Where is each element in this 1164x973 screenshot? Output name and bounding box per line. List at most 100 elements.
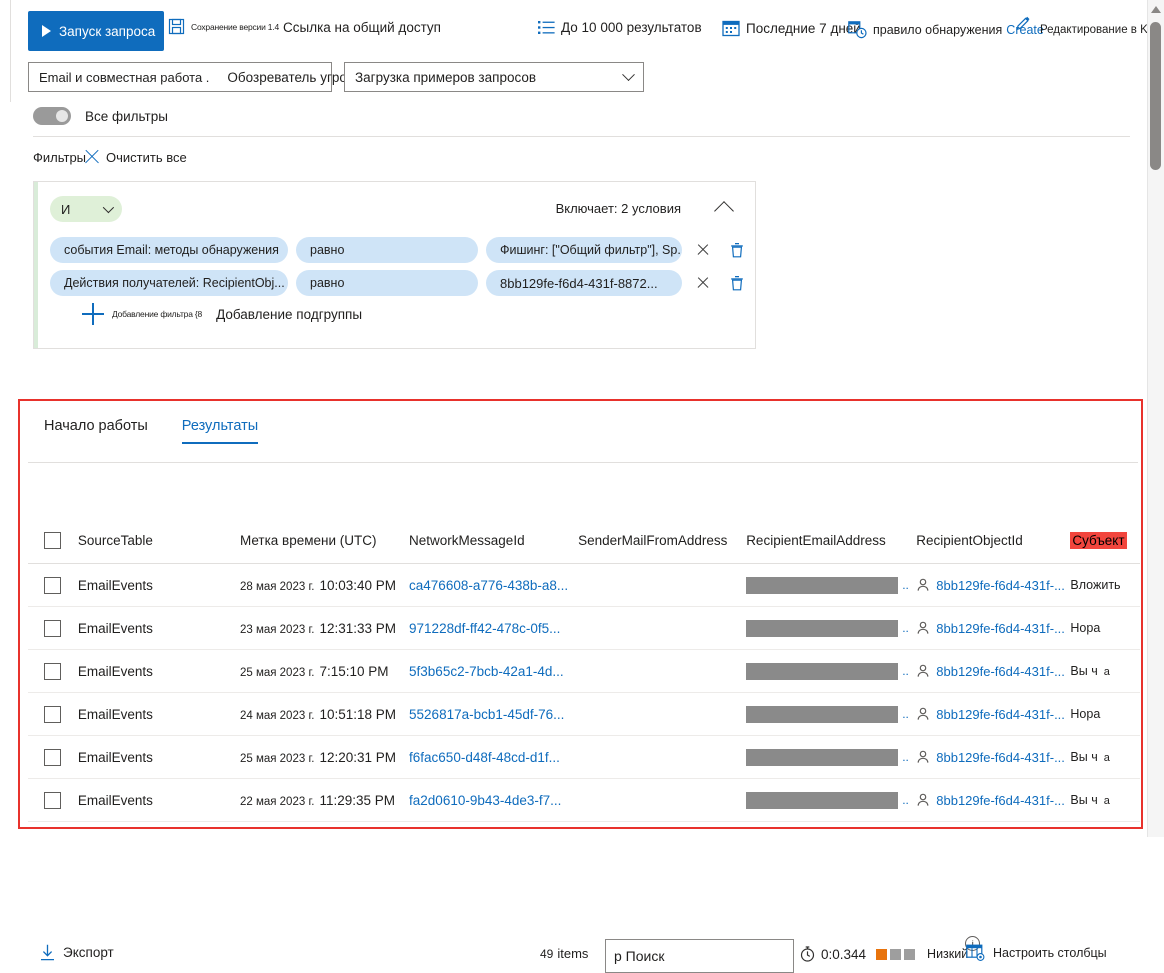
- toggle-knob: [56, 110, 68, 122]
- recipient-object-id-link[interactable]: 8bb129fe-f6d4-431f-...: [936, 750, 1065, 765]
- column-header-recipient-object-id[interactable]: RecipientObjectId: [916, 533, 1070, 548]
- table-row[interactable]: EmailEvents 25 мая 2023 г. 7:15:10 PM 5f3b6…: [28, 650, 1140, 693]
- delete-condition-button[interactable]: [724, 270, 750, 296]
- table-header-row: SourceTable Метка времени (UTC) NetworkM…: [28, 518, 1140, 564]
- add-filter-row: Добавление фильтра {8 Добавление подгруп…: [82, 303, 362, 325]
- clock-rule-icon: [848, 21, 867, 39]
- clear-condition-button[interactable]: [690, 237, 716, 263]
- detection-rule-label: правило обнаружения: [873, 23, 1003, 37]
- cell-source-table: EmailEvents: [77, 706, 153, 722]
- delete-condition-button[interactable]: [724, 237, 750, 263]
- cell-recipient-object-id[interactable]: 8bb129fe-f6d4-431f-...: [916, 793, 1070, 808]
- tab-results[interactable]: Результаты: [181, 418, 259, 444]
- export-button[interactable]: Экспорт: [40, 944, 114, 961]
- date-range-button[interactable]: Последние 7 дней: [722, 19, 861, 37]
- table-row[interactable]: EmailEvents 25 мая 2023 г. 12:20:31 PM f6fa…: [28, 736, 1140, 779]
- cell-recipient-object-id[interactable]: 8bb129fe-f6d4-431f-...: [916, 750, 1070, 765]
- collapse-group-icon[interactable]: [714, 201, 734, 221]
- add-subgroup-button[interactable]: Добавление подгруппы: [216, 307, 362, 322]
- clear-all-button[interactable]: Очистить все: [106, 150, 187, 165]
- severity-bars: [876, 948, 916, 960]
- table-row[interactable]: EmailEvents 23 мая 2023 г. 12:31:33 PM 9712…: [28, 607, 1140, 650]
- select-all-checkbox[interactable]: [44, 532, 61, 549]
- search-box[interactable]: [605, 939, 794, 973]
- page-scrollbar[interactable]: [1147, 0, 1164, 837]
- cell-date: 24 мая 2023 г.: [239, 709, 315, 722]
- condition-field[interactable]: события Email: методы обнаружения: [50, 237, 288, 263]
- subject-text: Вы ч: [1070, 750, 1098, 764]
- row-checkbox[interactable]: [44, 791, 61, 809]
- condition-field[interactable]: Действия получателей: RecipientObj...: [50, 270, 288, 296]
- add-filter-button[interactable]: Добавление фильтра {8: [112, 309, 202, 319]
- subject-extra: а: [1103, 666, 1110, 678]
- tab-getting-started[interactable]: Начало работы: [44, 418, 148, 442]
- redacted-bar: [746, 619, 899, 637]
- search-input[interactable]: [612, 947, 762, 965]
- share-link-button[interactable]: Ссылка на общий доступ: [283, 20, 441, 35]
- overflow-ellipsis: ..: [902, 707, 909, 721]
- configure-columns-label: Настроить столбцы: [993, 945, 1107, 960]
- overflow-ellipsis: ..: [902, 578, 909, 592]
- column-header-sender-mail-from[interactable]: SenderMailFromAddress: [578, 533, 746, 548]
- condition-value[interactable]: Фишинг: ["Общий фильтр"], Sp...: [486, 237, 682, 263]
- configure-columns-button[interactable]: Настроить столбцы: [966, 944, 1107, 961]
- condition-operator[interactable]: равно: [296, 237, 478, 263]
- cell-network-message-id[interactable]: f6fac650-d48f-48cd-d1f...: [409, 750, 578, 765]
- cell-recipient-object-id[interactable]: 8bb129fe-f6d4-431f-...: [916, 578, 1070, 593]
- clear-condition-button[interactable]: [690, 270, 716, 296]
- cell-network-message-id[interactable]: 971228df-ff42-478c-0f5...: [409, 621, 578, 636]
- recipient-object-id-link[interactable]: 8bb129fe-f6d4-431f-...: [936, 621, 1065, 636]
- edit-in-kql-button[interactable]: Редактирование в KQL: [1016, 16, 1163, 36]
- column-header-source-table[interactable]: SourceTable: [74, 533, 240, 548]
- cell-recipient-email: ..: [746, 791, 916, 809]
- table-row[interactable]: EmailEvents 24 мая 2023 г. 10:51:18 PM 5526…: [28, 693, 1140, 736]
- plus-icon[interactable]: [82, 303, 104, 325]
- recipient-object-id-link[interactable]: 8bb129fe-f6d4-431f-...: [936, 793, 1065, 808]
- cell-recipient-email: ..: [746, 748, 916, 766]
- results-cap-button[interactable]: До 10 000 результатов: [538, 20, 702, 35]
- cell-recipient-object-id[interactable]: 8bb129fe-f6d4-431f-...: [916, 664, 1070, 679]
- sample-queries-dropdown[interactable]: Загрузка примеров запросов: [344, 62, 644, 92]
- group-operator-dropdown[interactable]: И: [50, 196, 122, 222]
- cell-network-message-id[interactable]: fa2d0610-9b43-4de3-f7...: [409, 793, 578, 808]
- table-row[interactable]: EmailEvents 22 мая 2023 г. 11:29:35 PM fa2d…: [28, 779, 1140, 822]
- all-filters-toggle[interactable]: [33, 107, 71, 125]
- cell-network-message-id[interactable]: ca476608-a776-438b-a8...: [409, 578, 578, 593]
- row-checkbox[interactable]: [44, 705, 61, 723]
- subject-extra: а: [1103, 752, 1110, 764]
- item-count-unit: items: [557, 946, 589, 961]
- clear-filters-x-icon[interactable]: [82, 147, 102, 167]
- filter-condition-row: Действия получателей: RecipientObj... ра…: [50, 270, 750, 296]
- column-header-timestamp[interactable]: Метка времени (UTC): [240, 533, 409, 548]
- trash-icon: [731, 276, 743, 291]
- condition-value[interactable]: 8bb129fe-f6d4-431f-8872...: [486, 270, 682, 296]
- run-query-button[interactable]: Запуск запроса: [28, 11, 164, 51]
- cell-source-table: EmailEvents: [77, 749, 153, 765]
- table-row[interactable]: EmailEvents 28 мая 2023 г. 10:03:40 PM ca47…: [28, 564, 1140, 607]
- condition-operator[interactable]: равно: [296, 270, 478, 296]
- column-header-subject[interactable]: Субъект: [1070, 532, 1127, 549]
- row-checkbox[interactable]: [44, 662, 61, 680]
- scroll-up-arrow-icon[interactable]: [1151, 6, 1161, 13]
- save-version-button[interactable]: Сохранение версии 1.4: [168, 18, 279, 35]
- recipient-object-id-link[interactable]: 8bb129fe-f6d4-431f-...: [936, 578, 1065, 593]
- cell-network-message-id[interactable]: 5526817a-bcb1-45df-76...: [409, 707, 578, 722]
- overflow-ellipsis: ..: [902, 750, 909, 764]
- scrollbar-thumb[interactable]: [1150, 22, 1161, 170]
- cell-recipient-object-id[interactable]: 8bb129fe-f6d4-431f-...: [916, 707, 1070, 722]
- cell-network-message-id[interactable]: 5f3b65c2-7bcb-42a1-4d...: [409, 664, 578, 679]
- cell-timestamp: 23 мая 2023 г. 12:31:33 PM: [240, 621, 409, 636]
- row-checkbox[interactable]: [44, 619, 61, 637]
- severity-label-wrap: Низкий i: [927, 936, 981, 961]
- cell-subject: Нора: [1070, 707, 1140, 721]
- column-header-recipient-email[interactable]: RecipientEmailAddress: [746, 533, 916, 548]
- recipient-object-id-link[interactable]: 8bb129fe-f6d4-431f-...: [936, 707, 1065, 722]
- cell-recipient-object-id[interactable]: 8bb129fe-f6d4-431f-...: [916, 621, 1070, 636]
- results-toolbar: Экспорт 49 items 0:0.344 Низкий i Настро…: [0, 466, 1164, 973]
- column-header-network-message-id[interactable]: NetworkMessageId: [409, 533, 578, 548]
- scope-picker[interactable]: Email и совместная работа . Обозреватель…: [28, 62, 353, 92]
- recipient-object-id-link[interactable]: 8bb129fe-f6d4-431f-...: [936, 664, 1065, 679]
- row-checkbox[interactable]: [44, 576, 61, 594]
- row-checkbox[interactable]: [44, 748, 61, 766]
- subject-text: Вы ч: [1070, 664, 1098, 678]
